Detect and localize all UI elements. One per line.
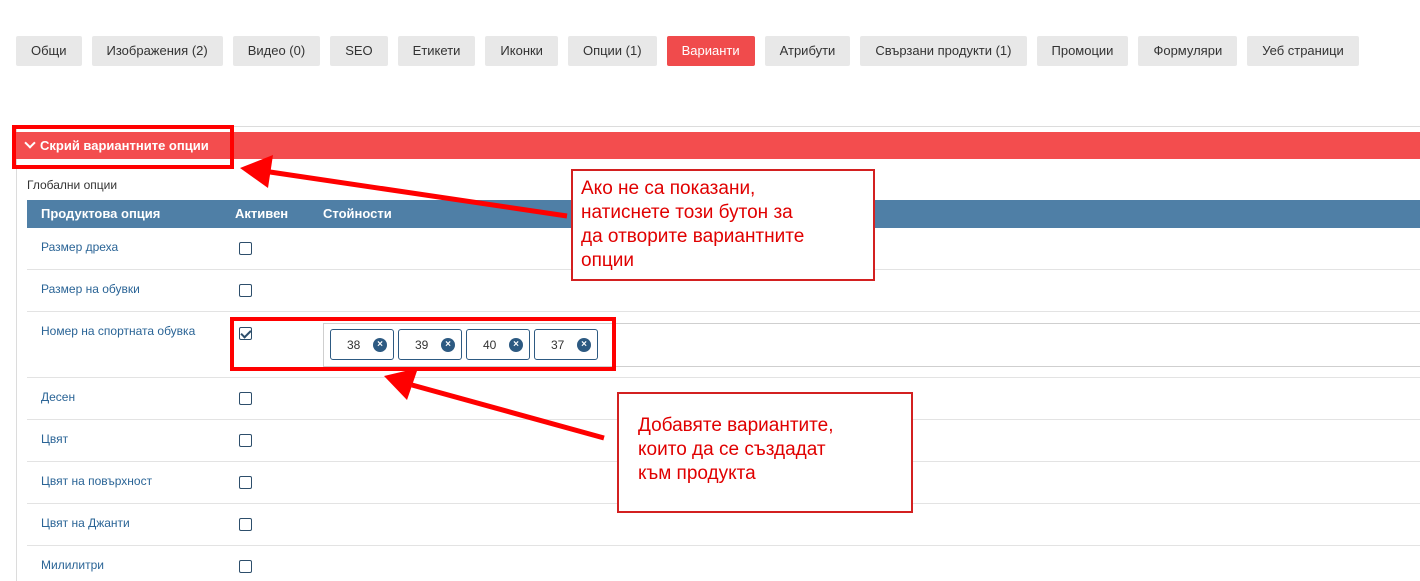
chevron-down-icon xyxy=(24,137,36,149)
option-label[interactable]: Размер на обувки xyxy=(41,282,140,296)
tab-variants[interactable]: Варианти xyxy=(666,36,755,66)
tab-options[interactable]: Опции (1) xyxy=(567,36,657,66)
tab-video[interactable]: Видео (0) xyxy=(232,36,321,66)
tab-web-pages[interactable]: Уеб страници xyxy=(1247,36,1359,66)
tab-promotions[interactable]: Промоции xyxy=(1036,36,1129,66)
toggle-hint-callout: Ако не са показани, натиснете този бутон… xyxy=(571,169,875,281)
active-checkbox-checked[interactable] xyxy=(239,327,252,340)
toggle-hint-text: Ако не са показани, натиснете този бутон… xyxy=(581,178,805,271)
header-active: Активен xyxy=(235,206,289,221)
active-checkbox[interactable] xyxy=(239,284,252,297)
arrow-head-toggle xyxy=(240,155,273,188)
option-label[interactable]: Десен xyxy=(41,390,75,404)
active-checkbox[interactable] xyxy=(239,518,252,531)
header-values: Стойности xyxy=(323,206,392,221)
hide-variant-options-button[interactable]: Скрий вариантните опции xyxy=(16,132,1420,159)
value-chip: 37 × xyxy=(534,329,598,360)
active-checkbox[interactable] xyxy=(239,560,252,573)
tab-images[interactable]: Изображения (2) xyxy=(91,36,223,66)
panel-border-top xyxy=(16,126,1420,127)
active-checkbox[interactable] xyxy=(239,392,252,405)
option-label[interactable]: Цвят xyxy=(41,432,68,446)
option-label[interactable]: Номер на спортната обувка xyxy=(41,324,195,338)
tab-related-products[interactable]: Свързани продукти (1) xyxy=(860,36,1027,66)
tab-strip: Общи Изображения (2) Видео (0) SEO Етике… xyxy=(16,36,1359,66)
hide-variant-options-label: Скрий вариантните опции xyxy=(40,138,209,153)
value-chip: 38 × xyxy=(330,329,394,360)
option-label[interactable]: Цвят на Джанти xyxy=(41,516,130,530)
option-label[interactable]: Цвят на повърхност xyxy=(41,474,152,488)
tab-seo[interactable]: SEO xyxy=(330,36,388,66)
value-chip: 39 × xyxy=(398,329,462,360)
option-label[interactable]: Милилитри xyxy=(41,558,104,572)
active-checkbox[interactable] xyxy=(239,242,252,255)
active-checkbox[interactable] xyxy=(239,476,252,489)
values-input[interactable]: 38 × 39 × 40 × 37 × xyxy=(323,323,1420,367)
remove-value-icon[interactable]: × xyxy=(373,338,387,352)
tab-forms[interactable]: Формуляри xyxy=(1138,36,1238,66)
table-row: Милилитри xyxy=(27,546,1420,581)
tab-general[interactable]: Общи xyxy=(16,36,82,66)
tab-icons[interactable]: Иконки xyxy=(485,36,558,66)
value-chip-label: 38 xyxy=(347,338,361,352)
tab-labels[interactable]: Етикети xyxy=(397,36,476,66)
values-hint-text: Добавяте вариантите, които да се създада… xyxy=(638,415,834,484)
header-product-option: Продуктова опция xyxy=(41,206,161,221)
value-chip-label: 40 xyxy=(483,338,497,352)
remove-value-icon[interactable]: × xyxy=(577,338,591,352)
table-row: Номер на спортната обувка 38 × 39 × 40 ×… xyxy=(27,312,1420,378)
values-hint-callout: Добавяте вариантите, които да се създада… xyxy=(617,392,913,513)
remove-value-icon[interactable]: × xyxy=(509,338,523,352)
global-options-label: Глобални опции xyxy=(27,178,118,192)
value-chip: 40 × xyxy=(466,329,530,360)
value-chip-label: 37 xyxy=(551,338,565,352)
value-chip-label: 39 xyxy=(415,338,429,352)
remove-value-icon[interactable]: × xyxy=(441,338,455,352)
panel-border-left xyxy=(16,126,17,581)
option-label[interactable]: Размер дреха xyxy=(41,240,118,254)
active-checkbox[interactable] xyxy=(239,434,252,447)
tab-attributes[interactable]: Атрибути xyxy=(764,36,851,66)
